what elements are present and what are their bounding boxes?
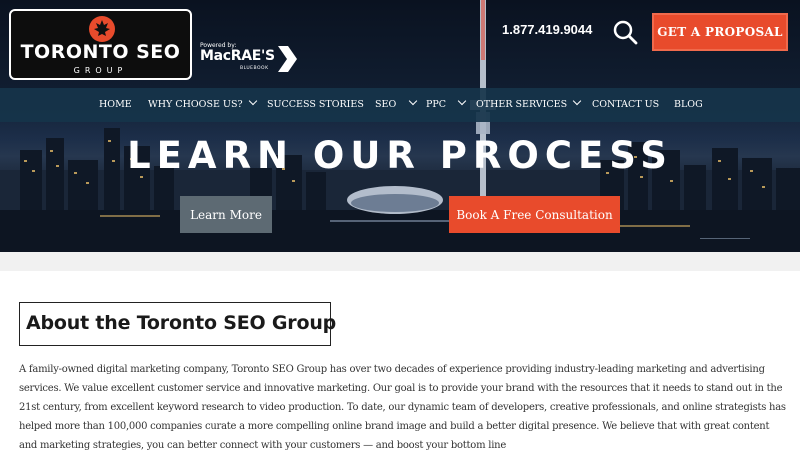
learn-more-button[interactable]: Learn More: [180, 196, 272, 233]
nav-item-home[interactable]: HOME: [99, 88, 132, 122]
nav-item-ppc[interactable]: PPC: [426, 88, 467, 122]
site-header: TORONTO SEO GROUP Powered by: MacRAE'S B…: [0, 0, 800, 88]
chevron-down-icon: [248, 96, 257, 106]
partner-arrow-icon: [278, 46, 297, 72]
get-proposal-button[interactable]: GET A PROPOSAL: [652, 13, 788, 51]
maple-leaf-icon: [89, 16, 115, 42]
nav-item-seo[interactable]: SEO: [375, 88, 418, 122]
logo-subtitle: GROUP: [73, 66, 128, 75]
book-consultation-button[interactable]: Book A Free Consultation: [449, 196, 620, 233]
nav-item-other-services[interactable]: OTHER SERVICES: [476, 88, 582, 122]
partner-logo-text[interactable]: MacRAE'S: [200, 48, 275, 64]
phone-number-link[interactable]: 1.877.419.9044: [502, 22, 592, 37]
nav-item-blog[interactable]: BLOG: [674, 88, 703, 122]
about-title: About the Toronto SEO Group: [26, 312, 337, 334]
logo-title: TORONTO SEO: [20, 41, 181, 63]
chevron-down-icon: [457, 96, 467, 106]
chevron-down-icon: [572, 96, 582, 106]
about-heading-box: About the Toronto SEO Group: [19, 302, 336, 346]
search-icon[interactable]: [612, 19, 638, 45]
nav-item-contact-us[interactable]: CONTACT US: [592, 88, 659, 122]
partner-logo-subtext: BLUEBOOK: [240, 66, 269, 71]
main-nav: HOME WHY CHOOSE US? SUCCESS STORIES SEO …: [0, 88, 800, 122]
chevron-down-icon: [408, 96, 418, 106]
site-logo[interactable]: TORONTO SEO GROUP: [9, 9, 192, 80]
hero-title: LEARN OUR PROCESS: [127, 134, 673, 177]
nav-item-why-choose-us[interactable]: WHY CHOOSE US?: [148, 88, 257, 122]
nav-item-success-stories[interactable]: SUCCESS STORIES: [267, 88, 364, 122]
section-divider: [0, 252, 800, 271]
about-paragraph: A family-owned digital marketing company…: [19, 364, 786, 451]
